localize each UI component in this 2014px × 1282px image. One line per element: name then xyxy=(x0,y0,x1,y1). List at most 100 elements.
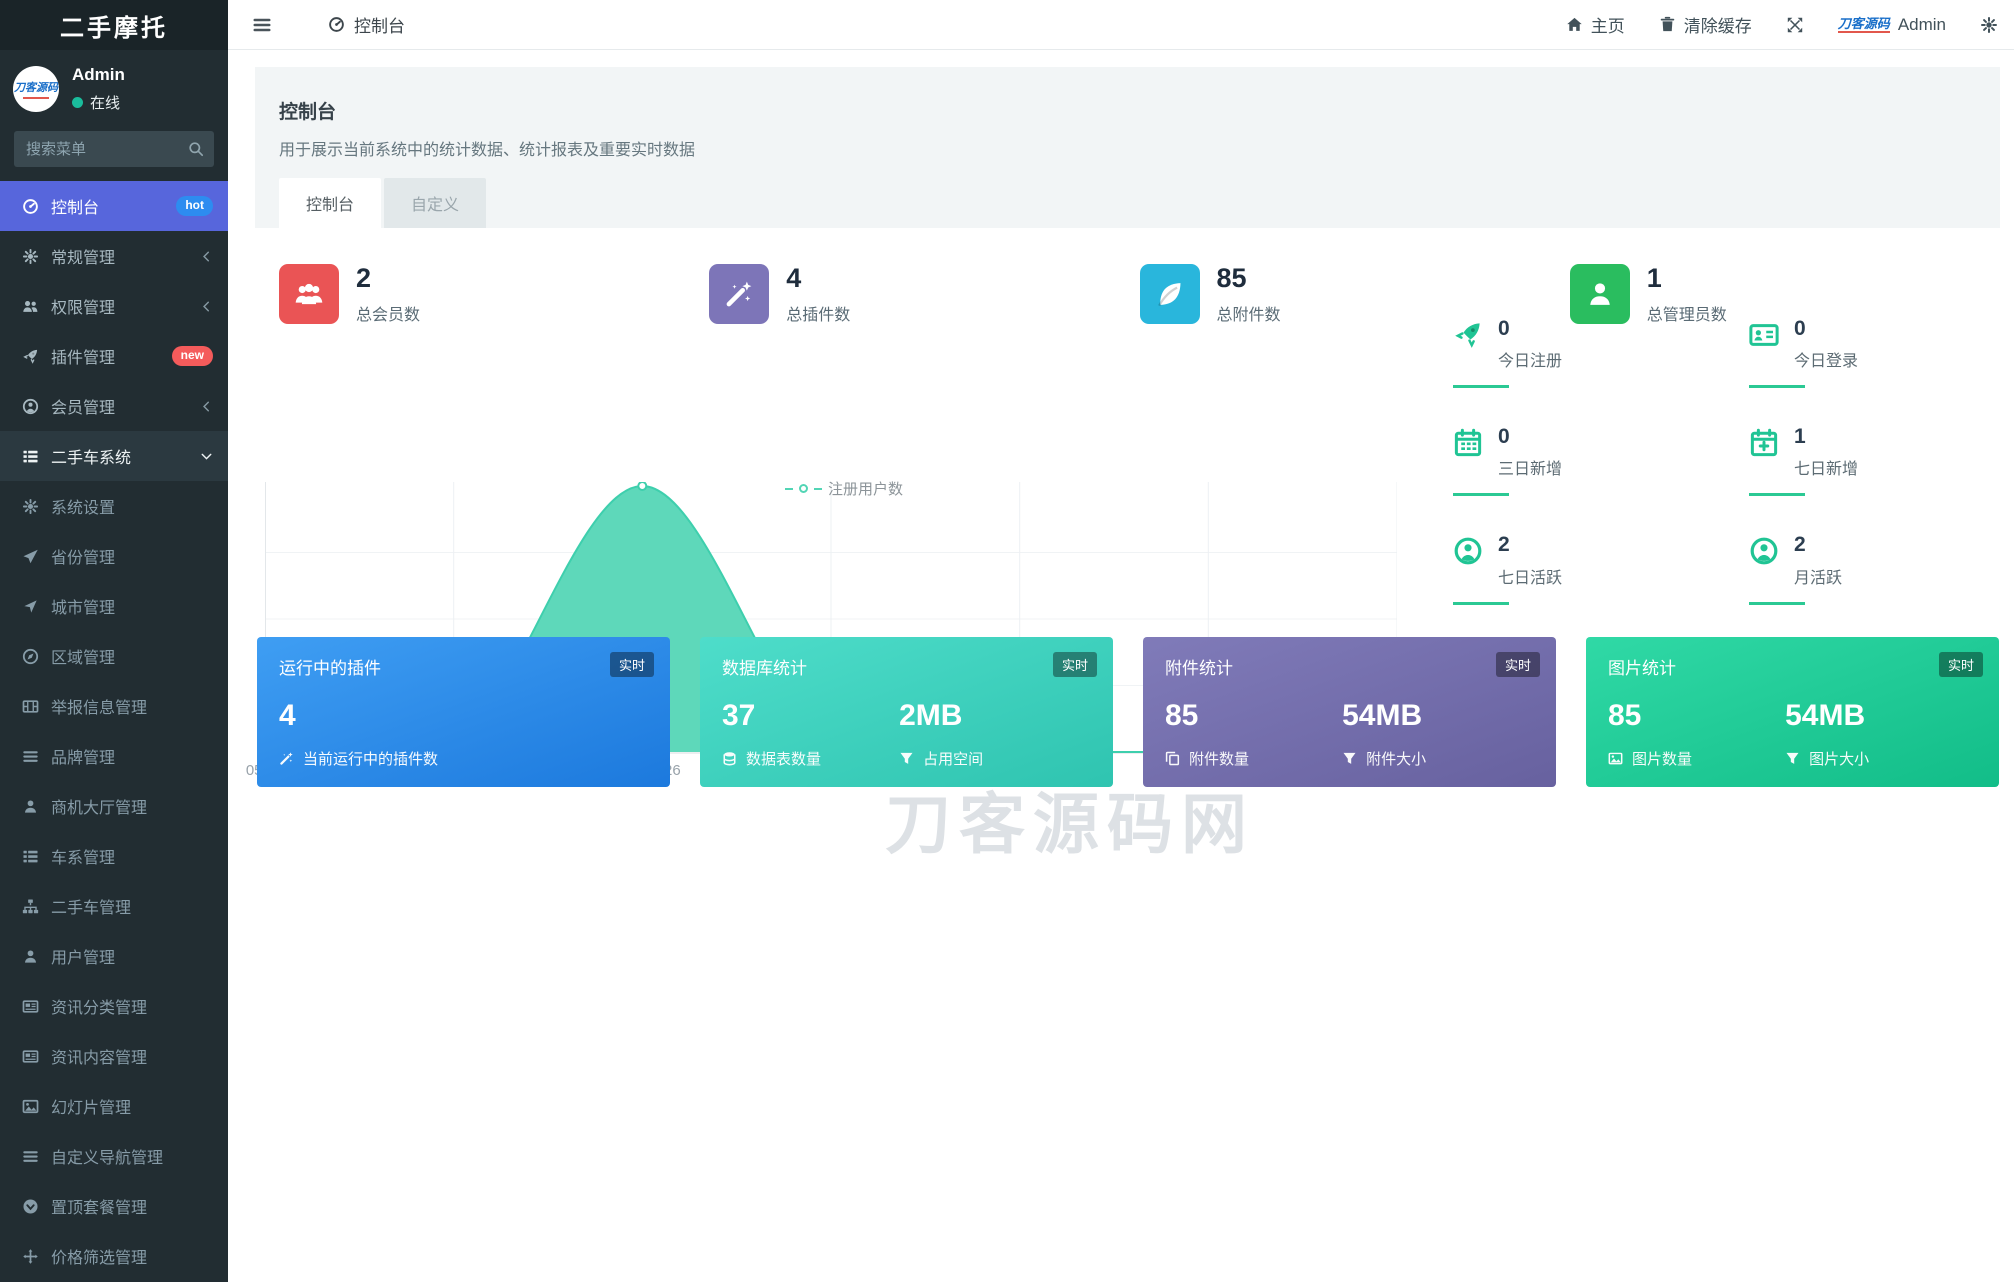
expand-icon xyxy=(1786,16,1804,34)
sidebar-item-news-content[interactable]: 资讯内容管理 xyxy=(0,1031,228,1081)
card-image-stats[interactable]: 图片统计 实时 85 图片数量 54MB 图片大小 xyxy=(1586,637,1999,787)
sidebar: 二手摩托 刀客源码 Admin 在线 控制台hot常规管理权限管理插件管理new… xyxy=(0,0,228,1282)
fullscreen-button[interactable] xyxy=(1786,16,1804,34)
sidebar-item-report-info[interactable]: 举报信息管理 xyxy=(0,681,228,731)
sidebar-item-top-package[interactable]: 置顶套餐管理 xyxy=(0,1181,228,1231)
stat-value: 85 xyxy=(1216,263,1247,293)
sidebar-item-member[interactable]: 会员管理 xyxy=(0,381,228,431)
stat-icon-tile xyxy=(1139,264,1200,325)
search-input[interactable] xyxy=(14,131,214,167)
legend-label: 注册用户数 xyxy=(828,481,904,498)
rocket-icon xyxy=(1455,323,1480,348)
sidebar-item-news-category[interactable]: 资讯分类管理 xyxy=(0,981,228,1031)
calendar-icon xyxy=(1454,428,1482,457)
sidebar-item-used-car[interactable]: 二手车管理 xyxy=(0,881,228,931)
sidebar-item-dashboard[interactable]: 控制台 hot xyxy=(0,181,228,231)
realtime-badge: 实时 xyxy=(1495,652,1540,677)
app-logo[interactable]: 二手摩托 xyxy=(0,0,228,50)
card-attachment-stats[interactable]: 附件统计 实时 85 附件数量 54MB 附件大小 xyxy=(1143,637,1556,787)
tab-dashboard[interactable]: 控制台 xyxy=(279,178,382,228)
navbar-tab-dashboard[interactable]: 控制台 xyxy=(328,12,405,37)
user-menu[interactable]: 刀客源码 Admin xyxy=(1837,15,1946,35)
mini-stat-value: 2 xyxy=(1498,533,1510,557)
sidebar-item-user-manage[interactable]: 用户管理 xyxy=(0,931,228,981)
sidebar-item-car-series[interactable]: 车系管理 xyxy=(0,831,228,881)
image-icon xyxy=(22,1099,38,1113)
new-badge: new xyxy=(171,346,213,366)
page-header: 控制台 用于展示当前系统中的统计数据、统计报表及重要实时数据 控制台 自定义 xyxy=(255,67,2000,228)
settings-button[interactable] xyxy=(1980,16,1998,34)
gauge-icon xyxy=(329,17,344,32)
sidebar-item-custom-nav[interactable]: 自定义导航管理 xyxy=(0,1131,228,1181)
mini-stat-value: 0 xyxy=(1794,317,1806,340)
sidebar-item-slides[interactable]: 幻灯片管理 xyxy=(0,1081,228,1131)
card-title: 附件统计 xyxy=(1165,659,1233,678)
page-subtitle: 用于展示当前系统中的统计数据、统计报表及重要实时数据 xyxy=(279,142,696,159)
sidebar-item-addon[interactable]: 插件管理 new xyxy=(0,331,228,381)
chart-legend[interactable]: 注册用户数 xyxy=(785,478,903,499)
sidebar-item-brand[interactable]: 品牌管理 xyxy=(0,731,228,781)
sidebar-item-province[interactable]: 省份管理 xyxy=(0,531,228,581)
trash-icon xyxy=(1660,16,1675,32)
sidebar-item-price-filter[interactable]: 价格筛选管理 xyxy=(0,1231,228,1281)
clear-cache-button[interactable]: 清除缓存 xyxy=(1659,12,1752,37)
sidebar-item-general[interactable]: 常规管理 xyxy=(0,231,228,281)
avatar[interactable]: 刀客源码 xyxy=(13,66,59,112)
home-icon xyxy=(1566,16,1583,33)
user-circle-icon xyxy=(22,398,38,414)
copy-icon xyxy=(1165,751,1180,766)
avatar-logo-underline xyxy=(23,97,49,99)
user-name: Admin xyxy=(72,65,125,84)
sidebar-item-city[interactable]: 城市管理 xyxy=(0,581,228,631)
home-button[interactable]: 主页 xyxy=(1566,12,1625,37)
card-database-stats[interactable]: 数据库统计 实时 37 数据表数量 2MB 占用空间 xyxy=(700,637,1113,787)
card-value: 85 xyxy=(1165,699,1199,732)
mini-stat-underline xyxy=(1749,493,1805,497)
mini-stat-underline xyxy=(1749,385,1805,389)
sidebar-item-system-settings[interactable]: 系统设置 xyxy=(0,481,228,531)
card-running-addons[interactable]: 运行中的插件 实时 4 当前运行中的插件数 xyxy=(257,637,670,787)
cogs-icon xyxy=(1980,16,1998,34)
rocket-icon xyxy=(22,349,37,364)
search-icon[interactable] xyxy=(188,141,204,157)
sidebar-item-district[interactable]: 区域管理 xyxy=(0,631,228,681)
panel-body: 2总会员数4总插件数85总附件数1总管理员数 注册用户数 05-242025-0… xyxy=(246,228,2000,1282)
mini-stat-underline xyxy=(1453,385,1509,389)
image-icon xyxy=(1608,752,1623,765)
summary-cards: 运行中的插件 实时 4 当前运行中的插件数 数据库统计 实时 37 数据表数量 2MB 占用空间 附… xyxy=(257,637,1999,787)
card-metric-label: 附件大小 xyxy=(1366,751,1427,768)
stat-value: 2 xyxy=(356,263,372,293)
mini-stat-underline xyxy=(1453,493,1509,497)
sidebar-item-secondhand-system[interactable]: 二手车系统 xyxy=(0,431,228,481)
mini-stat-value: 2 xyxy=(1794,533,1806,557)
calendar-plus-icon xyxy=(1750,428,1778,457)
user-icon xyxy=(1590,283,1610,306)
chevron-left-icon xyxy=(203,401,210,411)
menu-toggle-icon[interactable] xyxy=(228,15,292,35)
legend-line xyxy=(785,487,793,490)
realtime-badge: 实时 xyxy=(1938,652,1983,677)
stats-row: 2 总会员数 4 总插件数 85 总附件数 1 总管理员数 xyxy=(255,228,2000,325)
sidebar-item-business-hall[interactable]: 商机大厅管理 xyxy=(0,781,228,831)
mini-stat-3: 1 七日新增 xyxy=(1749,424,2014,497)
wand-icon xyxy=(280,752,293,765)
user-circle-icon xyxy=(1454,537,1482,565)
cogs-icon xyxy=(22,498,38,514)
gauge-icon xyxy=(328,16,345,33)
mini-stat-2: 0 三日新增 xyxy=(1453,424,1749,497)
film-icon xyxy=(22,699,38,713)
gauge-icon xyxy=(22,198,38,214)
top-navbar: 控制台 主页 清除缓存 刀客源码 Admin xyxy=(228,0,2014,50)
mini-stat-value: 0 xyxy=(1498,317,1510,340)
th-list-icon xyxy=(22,850,38,862)
card-value: 37 xyxy=(722,699,756,732)
user-icon xyxy=(24,949,36,963)
tab-custom[interactable]: 自定义 xyxy=(384,178,487,228)
stat-value: 4 xyxy=(786,263,802,293)
sidebar-menu: 控制台 hot 常规管理 权限管理 插件管理 new 会员管理 二手车系统 系统设置 省份管理 城市… xyxy=(0,181,228,1281)
card-metric-label: 当前运行中的插件数 xyxy=(303,751,439,768)
card-value: 4 xyxy=(279,699,296,732)
expand-icon xyxy=(1787,17,1802,32)
chevron-left-icon xyxy=(203,251,210,261)
sidebar-item-auth[interactable]: 权限管理 xyxy=(0,281,228,331)
